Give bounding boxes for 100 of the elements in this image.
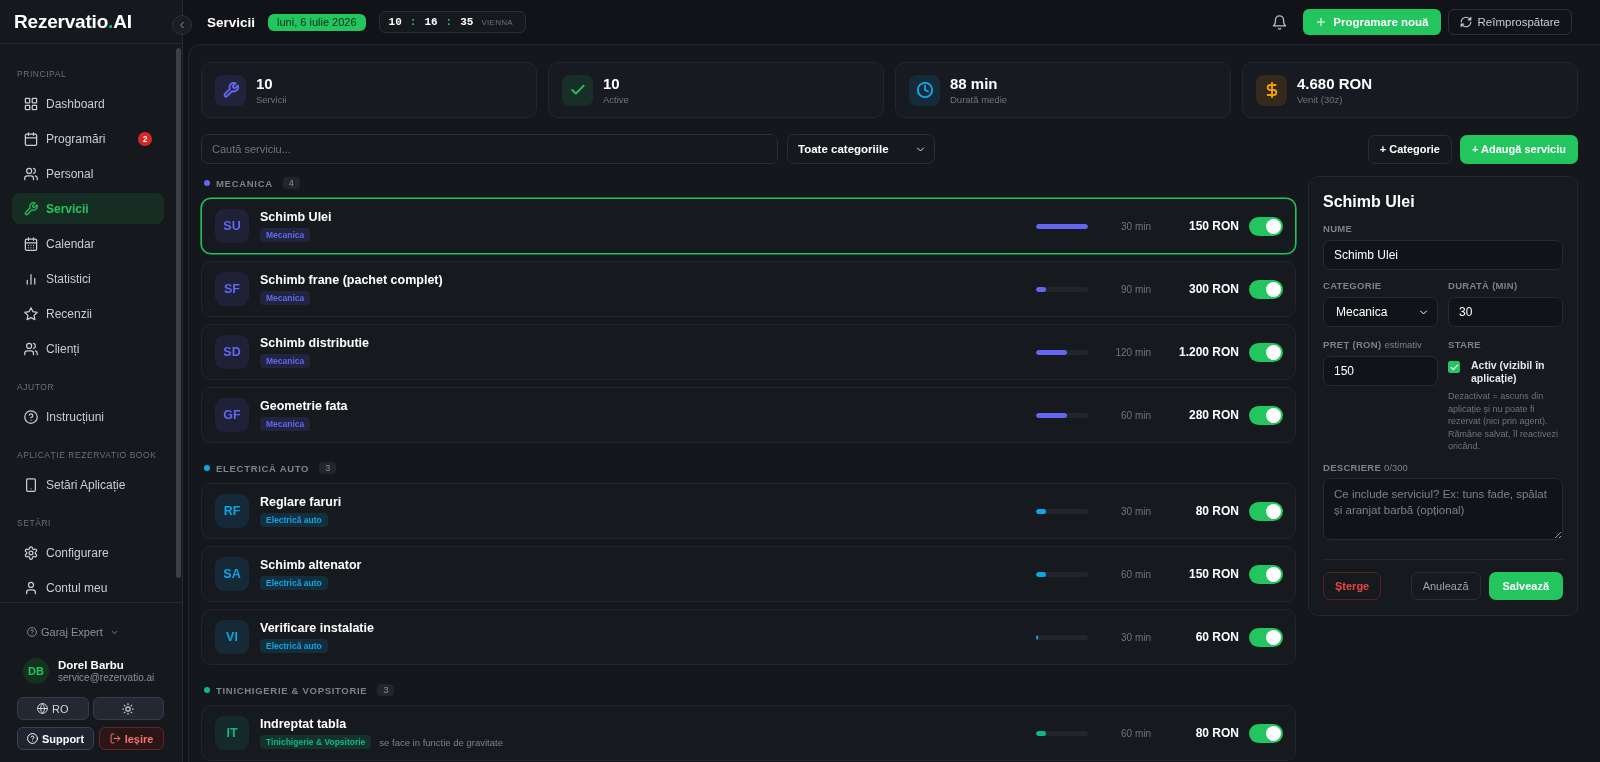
category-select[interactable]: Mecanica <box>1323 297 1438 327</box>
active-toggle[interactable] <box>1249 216 1283 236</box>
clock-separator: : <box>445 16 453 28</box>
service-duration: 60 min <box>1120 727 1151 739</box>
category-tag: Electrică auto <box>260 513 328 527</box>
active-toggle[interactable] <box>1249 723 1283 743</box>
bar-chart-icon <box>24 271 38 286</box>
category-filter[interactable]: Toate categoriile <box>787 134 935 164</box>
service-price: 300 RON <box>1187 282 1239 296</box>
sidebar-item[interactable]: Servicii <box>12 193 164 224</box>
help-text: Dezactivat = ascuns din aplicație și nu poate fi rezervat (nici prin agent). Rămâne salvat, îl reactivezi oricând. <box>1448 390 1560 453</box>
service-row[interactable]: RF Reglare faruri Electrică auto 30 min 80 RON <box>201 483 1296 539</box>
duration-bar <box>1036 286 1088 292</box>
category-tag: Mecanica <box>260 291 311 305</box>
duration-bar <box>1036 571 1088 577</box>
service-price: 150 RON <box>1187 219 1239 233</box>
clock-digits: 16 <box>424 16 438 28</box>
active-toggle[interactable] <box>1249 564 1283 584</box>
service-row[interactable]: SA Schimb altenator Electrică auto 60 min 150 RON <box>201 546 1296 602</box>
duration-bar <box>1036 634 1088 640</box>
category-tag: Mecanica <box>260 228 311 242</box>
sidebar-item[interactable]: Instrucțiuni <box>12 401 164 432</box>
support-button[interactable]: Support <box>17 727 94 750</box>
active-toggle[interactable] <box>1249 627 1283 647</box>
checkbox[interactable] <box>1448 361 1460 373</box>
sidebar-item[interactable]: Configurare <box>12 537 164 568</box>
add-category-button[interactable]: + Categorie <box>1367 134 1452 164</box>
duration-bar <box>1036 412 1088 418</box>
sidebar-item[interactable]: Contul meu <box>12 572 164 602</box>
service-row[interactable]: IT Indreptat tabla Tinichigerie & Vopsitorie se face in functie de gravitate 60 min 80 RON <box>201 705 1296 761</box>
sidebar-item[interactable]: Programări 2 <box>12 123 164 154</box>
user-name: Dorel Barbu <box>58 659 125 671</box>
chevron-left-icon <box>177 20 187 30</box>
field-hint: estimativ <box>1384 339 1422 350</box>
service-name: Geometrie fata <box>260 399 348 413</box>
date-badge: luni, 6 iulie 2026 <box>268 13 366 31</box>
duration-bar <box>1036 508 1088 514</box>
service-row[interactable]: SF Schimb frane (pachet complet) Mecanica 90 min 300 RON <box>201 261 1296 317</box>
page-title: Servicii <box>207 14 256 30</box>
service-price: 80 RON <box>1194 726 1239 740</box>
field-label: DESCRIERE <box>1323 461 1382 473</box>
initials-avatar: SF <box>215 272 249 306</box>
search-field[interactable]: Caută serviciu... <box>201 134 778 164</box>
sidebar-item[interactable]: Dashboard <box>12 88 164 119</box>
duration-field[interactable]: 30 <box>1448 297 1563 327</box>
service-duration: 90 min <box>1120 283 1151 295</box>
section-heading: AJUTOR <box>16 381 55 394</box>
service-row[interactable]: VI Verificare instalatie Electrică auto 30 min 60 RON <box>201 609 1296 665</box>
service-name: Schimb altenator <box>260 558 362 572</box>
initials-avatar: SD <box>215 335 249 369</box>
price-field[interactable]: 150 <box>1323 356 1438 386</box>
cancel-button[interactable]: Anulează <box>1410 571 1481 600</box>
delete-button[interactable]: Șterge <box>1323 571 1382 600</box>
active-toggle[interactable] <box>1249 342 1283 362</box>
field-label: DURATĂ (MIN) <box>1448 280 1519 292</box>
sidebar-item[interactable]: Calendar <box>12 228 164 259</box>
notification-badge: 2 <box>138 131 152 146</box>
theme-button[interactable] <box>92 697 164 720</box>
sidebar-item[interactable]: Recenzii <box>12 298 164 329</box>
category-heading: MECANICA <box>216 177 273 189</box>
service-row[interactable]: SD Schimb distributie Mecanica 120 min 1.200 RON <box>201 324 1296 380</box>
sidebar-item[interactable]: Personal <box>12 158 164 189</box>
description-field[interactable]: Ce include serviciul? Ex: tuns fade, spălat și aranjat barbă (opțional) <box>1323 477 1563 540</box>
sidebar-item[interactable]: Clienți <box>12 333 164 364</box>
globe-icon <box>37 703 48 714</box>
time-zone: VIENNA <box>481 17 513 27</box>
sidebar-item[interactable]: Setări Aplicație <box>12 469 164 500</box>
sun-icon <box>122 702 135 715</box>
users-icon <box>24 166 38 181</box>
user-icon <box>24 580 38 595</box>
active-toggle[interactable] <box>1249 501 1283 521</box>
scrollbar-thumb[interactable] <box>176 48 181 578</box>
plus-icon <box>1315 16 1328 28</box>
bell-icon[interactable] <box>1272 14 1288 30</box>
refresh-button[interactable]: Reîmprospătare <box>1447 9 1572 35</box>
language-button[interactable]: RO <box>17 697 89 720</box>
stat-value: 10 <box>256 75 274 92</box>
service-row[interactable]: SU Schimb Ulei Mecanica 30 min 150 RON <box>201 198 1296 254</box>
service-row[interactable]: GF Geometrie fata Mecanica 60 min 280 RON <box>201 387 1296 443</box>
stat-value: 88 min <box>950 75 999 92</box>
service-name: Schimb Ulei <box>260 210 332 224</box>
service-price: 280 RON <box>1187 408 1239 422</box>
category-count: 4 <box>282 177 300 189</box>
logout-button[interactable]: Ieșire <box>99 727 164 750</box>
star-icon <box>24 306 38 321</box>
user-avatar: DB <box>23 658 49 684</box>
category-tag: Mecanica <box>260 354 311 368</box>
field-label: NUME <box>1323 223 1354 235</box>
workspace-switcher[interactable]: Garaj Expert <box>17 624 119 640</box>
sidebar-item[interactable]: Statistici <box>12 263 164 294</box>
stat-value: 10 <box>603 75 621 92</box>
name-field[interactable]: Schimb Ulei <box>1323 240 1563 270</box>
section-heading: PRINCIPAL <box>16 68 67 81</box>
service-price: 150 RON <box>1187 567 1239 581</box>
section-heading: SETĂRI <box>16 517 51 530</box>
stat-label: Active <box>603 94 629 105</box>
active-toggle[interactable] <box>1249 405 1283 425</box>
wrench-icon <box>24 201 38 216</box>
panel-title: Schimb Ulei <box>1323 192 1416 212</box>
active-toggle[interactable] <box>1249 279 1283 299</box>
